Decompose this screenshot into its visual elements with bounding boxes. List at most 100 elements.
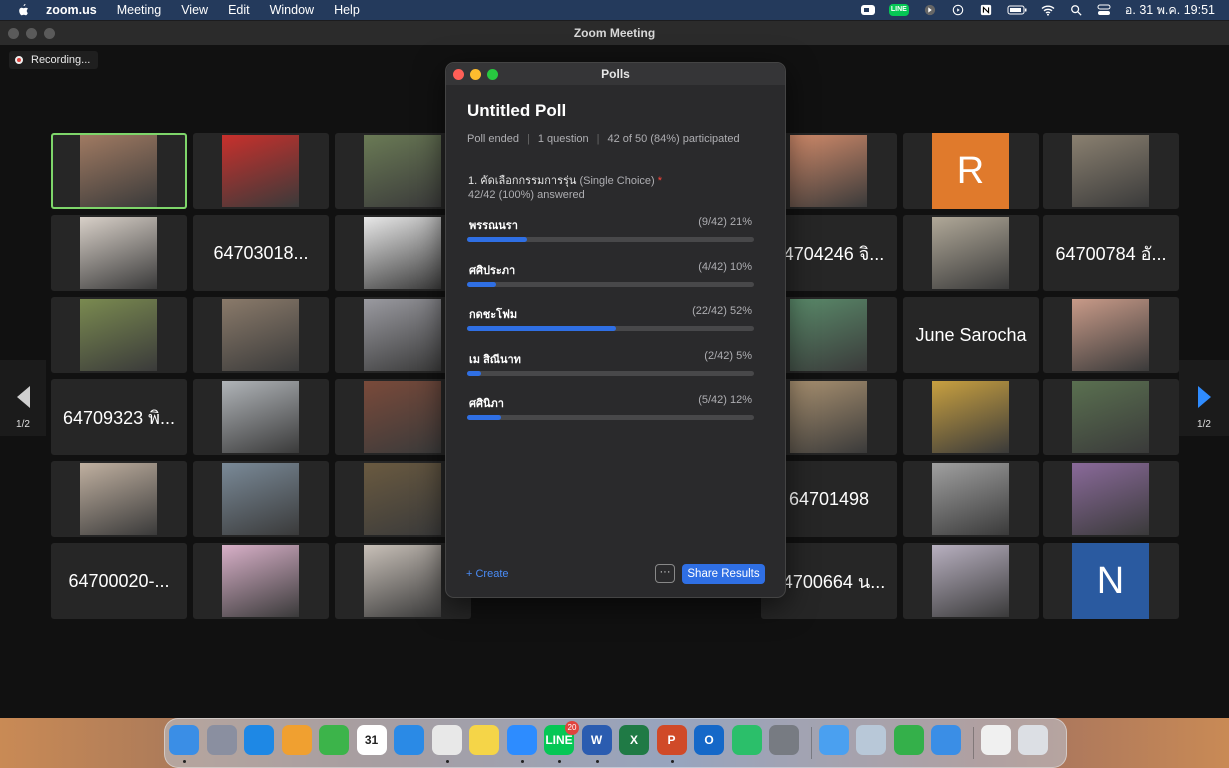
participant-tile[interactable] — [193, 461, 329, 537]
menu-edit[interactable]: Edit — [228, 3, 250, 17]
menu-meeting[interactable]: Meeting — [117, 3, 161, 17]
participant-tile[interactable] — [1043, 133, 1179, 209]
participant-tile[interactable] — [51, 215, 187, 291]
zoom-status-icon[interactable] — [860, 4, 875, 16]
outlook-icon[interactable]: O — [694, 725, 724, 755]
participant-video — [1072, 381, 1149, 453]
participant-tile[interactable]: 64700020-... — [51, 543, 187, 619]
wifi-icon[interactable] — [1041, 4, 1055, 16]
participant-tile[interactable] — [903, 379, 1039, 455]
participant-tile[interactable]: 64709323 พิ... — [51, 379, 187, 455]
participant-video — [364, 463, 441, 535]
option-result: (2/42) 5% — [704, 349, 752, 362]
play-circle-icon[interactable] — [951, 4, 965, 16]
participant-video — [80, 135, 157, 207]
participant-tile[interactable] — [903, 461, 1039, 537]
system-preferences-icon[interactable] — [769, 725, 799, 755]
question-text: 1. คัดเลือกกรรมการรุ่น — [468, 175, 577, 187]
search-icon[interactable] — [1069, 4, 1083, 16]
participant-tile[interactable] — [51, 133, 187, 209]
share-results-button[interactable]: Share Results — [682, 564, 765, 584]
arrow-circle-icon[interactable] — [923, 4, 937, 16]
next-page-button[interactable]: 1/2 — [1179, 360, 1229, 436]
previous-page-button[interactable]: 1/2 — [0, 360, 46, 436]
participant-tile[interactable] — [903, 215, 1039, 291]
safari-download-icon[interactable] — [931, 725, 961, 755]
participant-tile[interactable] — [1043, 379, 1179, 455]
menu-view[interactable]: View — [181, 3, 208, 17]
minimize-window-button[interactable] — [26, 28, 37, 39]
menu-app-name[interactable]: zoom.us — [46, 3, 97, 17]
app-store-icon[interactable] — [244, 725, 274, 755]
safari-icon[interactable] — [394, 725, 424, 755]
recording-indicator[interactable]: Recording... — [9, 51, 99, 69]
mail-icon[interactable] — [818, 725, 849, 755]
more-options-button[interactable]: ··· — [655, 564, 675, 583]
participant-tile[interactable] — [193, 543, 329, 619]
create-poll-button[interactable]: + Create — [466, 568, 509, 580]
participant-name: 64700020-... — [68, 570, 170, 591]
participant-tile[interactable] — [1043, 297, 1179, 373]
participant-tile[interactable]: R — [903, 133, 1039, 209]
participant-tile[interactable] — [51, 297, 187, 373]
participant-avatar: N — [1072, 543, 1149, 619]
trash-icon[interactable] — [1018, 725, 1048, 755]
result-bar-fill — [467, 281, 496, 287]
line-status-icon[interactable]: LINE — [888, 4, 909, 16]
numbers-icon[interactable] — [893, 725, 924, 755]
participant-tile[interactable]: 64700784 อั... — [1043, 215, 1179, 291]
option-result: (4/42) 10% — [698, 260, 752, 273]
notes-icon[interactable] — [469, 725, 499, 755]
chrome-icon[interactable] — [431, 725, 462, 755]
notion-icon[interactable] — [979, 4, 993, 16]
poll-meta: Poll ended | 1 question | 42 of 50 (84%)… — [467, 133, 740, 145]
apple-icon[interactable] — [16, 3, 30, 17]
menu-window[interactable]: Window — [270, 3, 314, 17]
poll-option: เม สิณีนาท (2/42) 5% — [467, 350, 754, 380]
menu-help[interactable]: Help — [334, 3, 360, 17]
polls-zoom-button[interactable] — [487, 69, 498, 80]
poll-option: ศศิประภา (4/42) 10% — [467, 261, 754, 291]
photos-icon[interactable] — [281, 725, 312, 755]
battery-icon[interactable] — [1007, 4, 1027, 16]
finder-icon[interactable] — [169, 725, 199, 755]
participant-video — [364, 217, 441, 289]
zoom-window-button[interactable] — [44, 28, 55, 39]
participant-tile[interactable]: June Sarocha — [903, 297, 1039, 373]
excel-icon[interactable]: X — [619, 725, 649, 755]
powerpoint-icon[interactable]: P — [656, 725, 687, 755]
participant-tile[interactable] — [193, 297, 329, 373]
result-bar-track — [467, 370, 754, 376]
polls-titlebar: Polls — [446, 63, 785, 85]
zoom-icon[interactable] — [506, 725, 537, 755]
meta-divider: | — [527, 133, 530, 145]
dock-separator — [810, 727, 812, 759]
result-bar-track — [467, 281, 754, 287]
participant-tile[interactable] — [193, 379, 329, 455]
facetime-icon[interactable] — [319, 725, 349, 755]
chevron-right-icon — [1198, 386, 1211, 408]
menubar-datetime[interactable]: อ. 31 พ.ค. 19:51 — [1125, 0, 1215, 20]
line-icon[interactable]: LINE 20 — [544, 721, 579, 755]
close-window-button[interactable] — [8, 28, 19, 39]
preview-icon[interactable] — [856, 725, 886, 755]
polls-minimize-button[interactable] — [470, 69, 481, 80]
word-icon[interactable]: W — [581, 725, 612, 755]
launchpad-icon[interactable] — [206, 725, 237, 755]
participant-tile[interactable]: N — [1043, 543, 1179, 619]
participant-tile[interactable] — [1043, 461, 1179, 537]
running-indicator — [670, 760, 674, 763]
polls-close-button[interactable] — [453, 69, 464, 80]
participant-tile[interactable] — [903, 543, 1039, 619]
document-stack-icon[interactable] — [980, 725, 1011, 755]
participant-tile[interactable] — [193, 133, 329, 209]
participant-tile[interactable]: 64703018... — [193, 215, 329, 291]
calendar-icon[interactable]: 31 — [356, 725, 387, 755]
participant-video — [932, 463, 1009, 535]
option-label: เม สิณีนาท — [469, 353, 521, 366]
result-bar-track — [467, 237, 754, 242]
control-center-icon[interactable] — [1097, 4, 1111, 16]
participant-tile[interactable] — [51, 461, 187, 537]
mi-home-icon[interactable] — [731, 725, 762, 755]
page-indicator-right: 1/2 — [1197, 419, 1211, 430]
